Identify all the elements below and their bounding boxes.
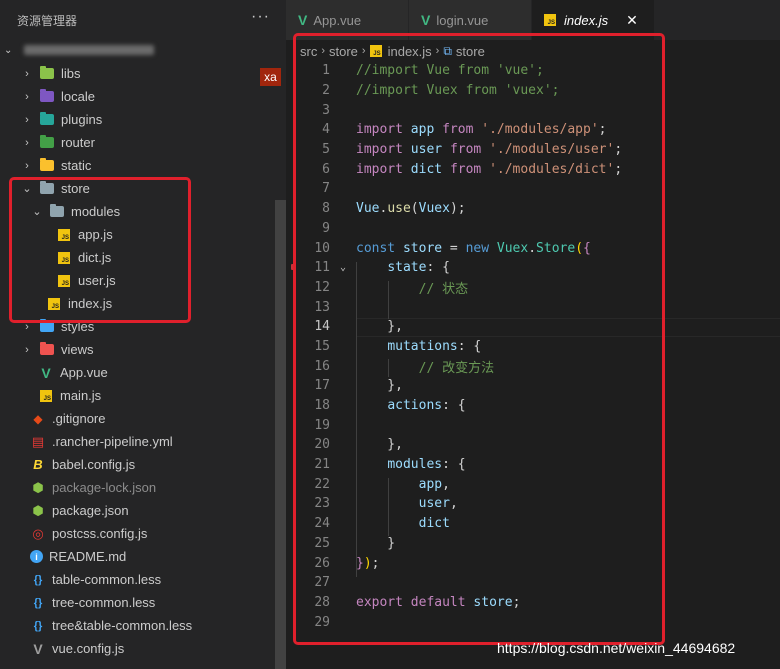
tree-item[interactable]: › views	[0, 338, 286, 361]
git-icon: ◆	[33, 411, 43, 426]
tree-item-label: .rancher-pipeline.yml	[52, 434, 173, 449]
tree-item[interactable]: ◆ .gitignore	[0, 407, 286, 430]
tree-item[interactable]: ⬢ package.json	[0, 499, 286, 522]
postcss-icon: ◎	[32, 525, 44, 541]
tree-item-label: tree-common.less	[52, 595, 156, 610]
watermark: https://blog.csdn.net/weixin_44694682	[497, 640, 736, 656]
tree-item-label: vue.config.js	[52, 641, 125, 656]
tree-item-label: main.js	[60, 388, 102, 403]
tree-item[interactable]: {} tree&table-common.less	[0, 614, 286, 637]
tree-item[interactable]: › locale	[0, 85, 286, 108]
tree-item[interactable]: {} tree-common.less	[0, 591, 286, 614]
tree-item-label: README.md	[49, 549, 127, 564]
tree-item-label: router	[61, 135, 95, 150]
tree-item-label: views	[61, 342, 94, 357]
badge: xa	[260, 68, 281, 86]
tab-label: index.js	[564, 12, 609, 28]
tree-item[interactable]: ⬢ package-lock.json	[0, 476, 286, 499]
less-icon: {}	[33, 619, 43, 632]
chevron-right-icon: ›	[25, 343, 29, 356]
tree-item[interactable]: Bbabel.config.js	[0, 453, 286, 476]
tree-item[interactable]: ▤ .rancher-pipeline.yml	[0, 430, 286, 453]
highlight-store-folder	[9, 177, 191, 323]
vue-icon: V	[421, 12, 431, 28]
folder-icon	[39, 342, 55, 358]
tree-item[interactable]: ◎ postcss.config.js	[0, 522, 286, 545]
vue-icon: V	[41, 364, 51, 381]
tree-item[interactable]: i README.md	[0, 545, 286, 568]
tree-item-label: plugins	[61, 112, 103, 127]
folder-icon	[39, 112, 55, 128]
chevron-right-icon: ›	[25, 67, 29, 80]
tree-item-label: static	[61, 158, 92, 173]
tree-item-label: babel.config.js	[52, 457, 136, 472]
chevron-right-icon: ›	[25, 90, 29, 103]
explorer-sidebar: 资源管理器 ··· ⌄ › libs › locale › plugins › router ›…	[0, 0, 286, 669]
config-icon: V	[33, 640, 43, 657]
tree-item-label: tree&table-common.less	[52, 618, 193, 633]
tree-item[interactable]: › libs	[0, 62, 286, 85]
js-icon: JS	[38, 388, 54, 404]
tree-item[interactable]: JS main.js	[0, 384, 286, 407]
project-root[interactable]: ⌄	[0, 40, 286, 60]
tree-item[interactable]: › static	[0, 154, 286, 177]
tree-item-label: App.vue	[60, 365, 108, 380]
tree-item-label: postcss.config.js	[52, 526, 148, 541]
less-icon: {}	[33, 596, 43, 609]
tree-item-label: libs	[61, 66, 81, 81]
tree-item[interactable]: Vvue.config.js	[0, 637, 286, 660]
less-icon: {}	[33, 573, 43, 586]
tree-item-label: package-lock.json	[52, 480, 157, 495]
nodejs-icon: ⬢	[32, 502, 44, 518]
folder-icon	[39, 158, 55, 174]
chevron-right-icon: ›	[25, 159, 29, 172]
vue-icon: V	[298, 12, 308, 28]
project-name-blurred	[24, 45, 154, 55]
js-icon: JS	[544, 14, 556, 26]
tree-item-label: table-common.less	[52, 572, 162, 587]
file-tree: › libs › locale › plugins › router › static ⌄ store…	[0, 62, 286, 660]
folder-icon	[39, 135, 55, 151]
explorer-header: 资源管理器 ···	[0, 0, 286, 40]
tree-item[interactable]: › plugins	[0, 108, 286, 131]
nodejs-icon: ⬢	[32, 479, 44, 495]
tree-item-label: package.json	[52, 503, 129, 518]
folder-icon	[39, 66, 55, 82]
chevron-right-icon: ›	[25, 136, 29, 149]
yaml-icon: ▤	[31, 433, 45, 449]
highlight-code-area	[293, 33, 665, 645]
tab-label: App.vue	[313, 12, 362, 28]
folder-icon	[39, 89, 55, 105]
explorer-title: 资源管理器	[17, 13, 78, 28]
tab-label: login.vue	[436, 12, 489, 28]
ellipsis-icon[interactable]: ···	[251, 8, 270, 26]
close-icon[interactable]: ✕	[626, 12, 638, 29]
babel-icon: B	[33, 457, 43, 472]
chevron-down-icon: ⌄	[4, 44, 13, 56]
tree-item[interactable]: {} table-common.less	[0, 568, 286, 591]
chevron-right-icon: ›	[25, 113, 29, 126]
tree-item[interactable]: › router	[0, 131, 286, 154]
tree-item-label: locale	[61, 89, 95, 104]
tree-item-label: .gitignore	[52, 411, 106, 426]
info-icon: i	[30, 550, 43, 563]
tree-item[interactable]: V App.vue	[0, 361, 286, 384]
sidebar-scrollbar[interactable]	[275, 200, 286, 669]
